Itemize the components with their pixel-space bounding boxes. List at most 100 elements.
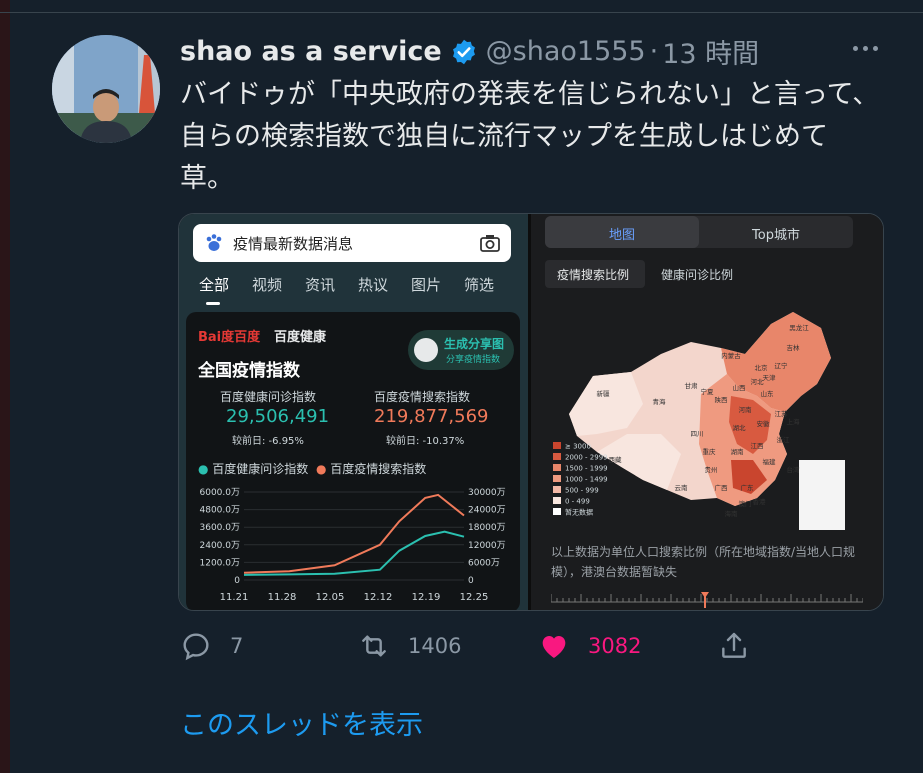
retweet-button[interactable]: 1406 (358, 628, 461, 664)
province-label: 福建 (763, 457, 777, 466)
handle[interactable]: @shao1555 (486, 36, 646, 67)
x-tick: 12.05 (316, 592, 345, 603)
tab-video: 视频 (252, 276, 283, 294)
like-button[interactable]: 3082 (538, 628, 641, 664)
map-tabs: 地图 Top城市 (545, 216, 853, 248)
tab-filter: 筛选 (464, 276, 495, 294)
baidu-logo: Bai度百度 (198, 330, 261, 345)
map-legend-swatch (553, 508, 561, 515)
index-line-chart: 6000.0万 4800.0万 3600.0万 2400.0万 1200.0万 0 3000… (200, 488, 506, 603)
metric1-value: 29,506,491 (226, 406, 330, 427)
tweet-header: shao as a service @shao1555 · 13 時間 (180, 32, 759, 71)
share-image-button: 生成分享图 分享疫情指数 (408, 330, 514, 370)
x-tick: 12.19 (412, 592, 441, 603)
card-title: 全国疫情指数 (198, 361, 300, 381)
province-label: 新疆 (597, 389, 611, 398)
province-label: 北京 (755, 363, 769, 372)
tweet-media[interactable]: 疫情最新数据消息 全部 视频 资讯 热议 图片 筛选 Bai度百度 百度健康 生… (178, 213, 884, 611)
camera-icon (480, 235, 500, 252)
province-label: 贵州 (705, 465, 718, 474)
map-legend-label: 暂无数据 (565, 508, 593, 517)
province-label: 青海 (653, 397, 667, 406)
timeline-slider (551, 592, 863, 608)
province-label: 吉林 (787, 343, 801, 352)
share-subtitle: 分享疫情指数 (446, 355, 501, 365)
subtab-search-ratio: 疫情搜索比例 (557, 268, 630, 282)
metric2-value: 219,877,569 (374, 406, 489, 427)
avatar[interactable] (52, 35, 160, 143)
province-label: 澳门 (739, 499, 752, 508)
show-thread-link[interactable]: このスレッドを表示 (180, 703, 423, 742)
baidu-search-box: 疫情最新数据消息 (193, 224, 511, 262)
x-tick: 11.28 (268, 592, 297, 603)
y-right-tick: 30000万 (468, 488, 506, 498)
x-tick: 11.21 (220, 592, 249, 603)
separator-dot: · (649, 36, 659, 67)
province-label: 浙江 (777, 435, 791, 444)
tab-map: 地图 (608, 228, 635, 243)
verified-badge-icon (452, 39, 475, 64)
province-label: 西藏 (609, 455, 623, 464)
tab-images: 图片 (411, 276, 442, 294)
y-left-tick: 2400.0万 (200, 541, 241, 551)
tab-news: 资讯 (305, 276, 336, 294)
map-legend-swatch (553, 453, 561, 460)
timestamp[interactable]: 13 時間 (662, 32, 759, 71)
y-left-tick: 3600.0万 (200, 523, 241, 533)
tweet-text: バイドゥが「中央政府の発表を信じられない」と言って、自らの検索指数で独自に流行マ… (180, 79, 880, 194)
share-button[interactable] (718, 628, 750, 664)
baidu-index-screenshot[interactable]: 疫情最新数据消息 全部 视频 资讯 热议 图片 筛选 Bai度百度 百度健康 生… (179, 214, 528, 610)
province-label: 河南 (739, 405, 753, 414)
province-label: 广西 (715, 483, 729, 492)
x-tick: 12.25 (460, 592, 489, 603)
like-icon (542, 636, 566, 658)
y-left-tick: 1200.0万 (200, 558, 241, 568)
tweet-actions: 7 1406 3082 (0, 628, 923, 668)
avatar-image (52, 35, 160, 143)
index-card: Bai度百度 百度健康 生成分享图 分享疫情指数 全国疫情指数 百度健康问诊指数… (186, 312, 520, 610)
tab-top-cities: Top城市 (752, 228, 800, 243)
separator-line (0, 12, 923, 13)
province-label: 甘肃 (685, 381, 699, 390)
map-legend-label: 0 - 499 (565, 498, 590, 506)
province-label: 江西 (751, 442, 765, 450)
province-label: 上海 (787, 417, 801, 426)
y-right-tick: 12000万 (468, 541, 506, 551)
province-label: 香港 (753, 497, 767, 506)
y-right-tick: 6000万 (468, 558, 500, 568)
legend-search: 百度疫情搜索指数 (330, 462, 427, 476)
province-label: 重庆 (703, 447, 717, 456)
y-right-tick: 24000万 (468, 506, 506, 516)
map-note: 以上数据为单位人口搜索比例（所在地域指数/当地人口规模），港澳台数据暂缺失 (551, 545, 856, 579)
share-arrow-icon (414, 338, 438, 362)
metric1-change: 较前日: -6.95% (232, 436, 304, 447)
share-title: 生成分享图 (444, 337, 505, 351)
subtab-consult-ratio: 健康问诊比例 (661, 268, 734, 282)
province-label: 辽宁 (775, 361, 789, 370)
map-legend-label: ≥ 3000 (565, 443, 591, 451)
map-legend-swatch (553, 464, 561, 471)
reply-button[interactable]: 7 (180, 628, 243, 664)
map-legend-swatch (553, 497, 561, 504)
tab-hot: 热议 (358, 276, 389, 294)
map-legend-label: 1000 - 1499 (565, 476, 608, 484)
province-label: 江苏 (775, 409, 789, 418)
baidu-paw-icon (206, 234, 222, 251)
baidu-map-screenshot[interactable]: 地图 Top城市 疫情搜索比例 健康问诊比例 ≥ 3000 2000 - 2999… (531, 214, 883, 610)
metric2-label: 百度疫情搜索指数 (374, 390, 471, 404)
china-heat-map: ≥ 3000 2000 - 2999 1500 - 1999 1000 - 1499 5… (553, 312, 845, 530)
metric1-label: 百度健康问诊指数 (220, 390, 317, 404)
y-left-tick: 0 (234, 576, 240, 586)
y-left-tick: 4800.0万 (200, 506, 241, 516)
more-icon[interactable] (848, 36, 882, 60)
series-line (243, 530, 465, 576)
metric2-change: 较前日: -10.37% (386, 436, 465, 447)
search-query: 疫情最新数据消息 (233, 235, 354, 253)
map-legend-swatch (553, 486, 561, 493)
tab-all: 全部 (199, 276, 230, 294)
province-label: 四川 (691, 430, 704, 438)
province-label: 安徽 (757, 419, 771, 428)
province-label: 黑龙江 (789, 323, 809, 332)
display-name[interactable]: shao as a service (180, 36, 442, 67)
province-label: 山西 (733, 383, 747, 392)
